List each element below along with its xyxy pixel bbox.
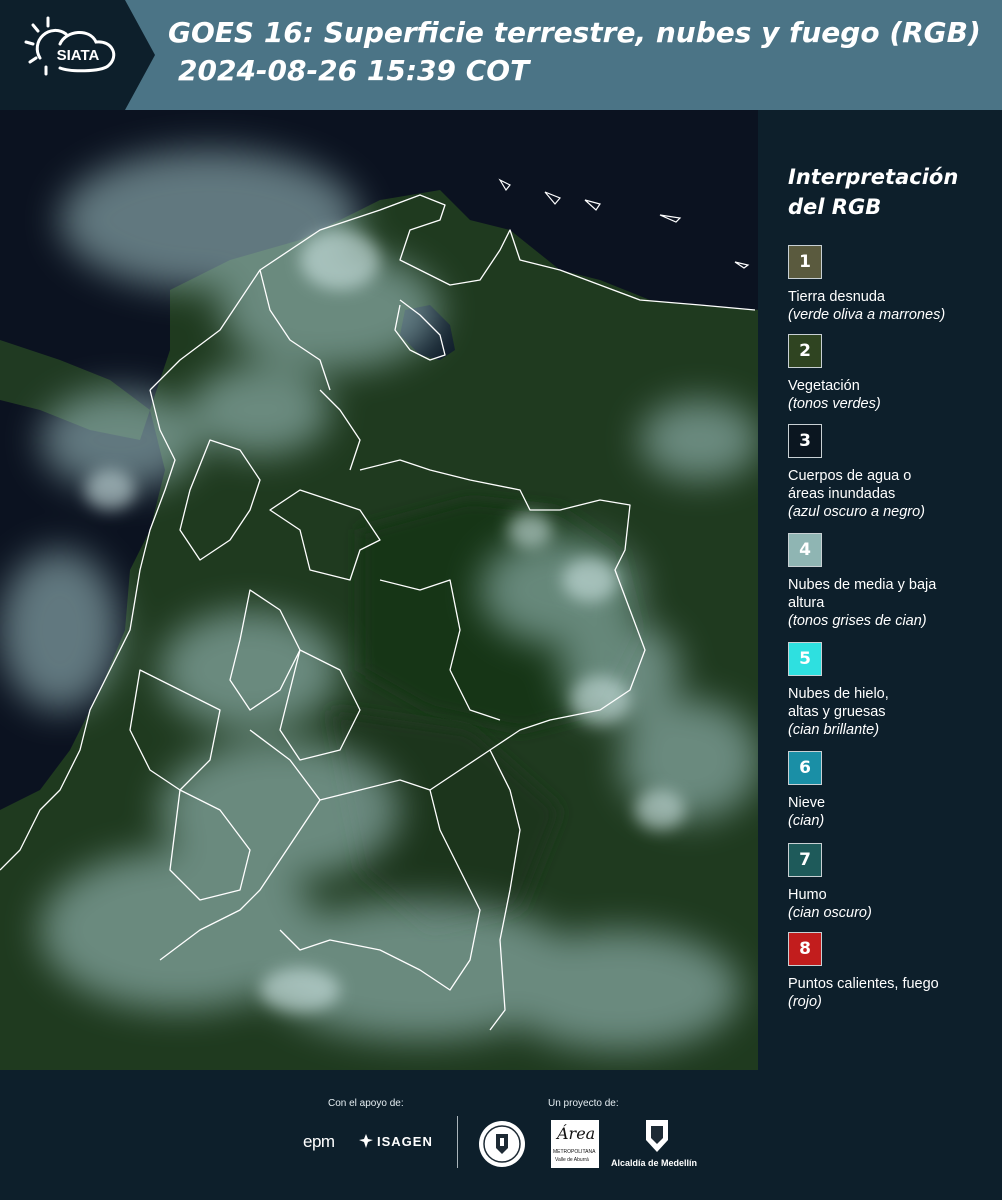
legend-swatch: 1 bbox=[788, 245, 822, 279]
legend-label: Nubes de hielo, altas y gruesas bbox=[788, 686, 889, 720]
area-metropolitana-logo: Área METROPOLITANA Valle de Aburrá bbox=[551, 1120, 599, 1168]
legend-label: Tierra desnuda bbox=[788, 289, 885, 305]
legend-sublabel: (tonos verdes) bbox=[788, 396, 881, 412]
legend-label: Vegetación bbox=[788, 378, 860, 394]
legend-title: Interpretación del RGB bbox=[788, 165, 959, 219]
university-seal-icon bbox=[478, 1120, 526, 1173]
footer: Con el apoyo de: Un proyecto de: epm ISA… bbox=[0, 1070, 1002, 1200]
epm-logo: epm bbox=[303, 1132, 335, 1151]
isagen-star-icon bbox=[359, 1134, 373, 1148]
legend-label: Nieve bbox=[788, 795, 826, 811]
legend-sublabel: (rojo) bbox=[788, 994, 822, 1010]
legend-label: Humo bbox=[788, 887, 827, 903]
timestamp: 2024-08-26 15:39 COT bbox=[178, 54, 530, 87]
legend-label: Cuerpos de agua o áreas inundadas bbox=[788, 468, 912, 502]
legend-item-water: 3 Cuerpos de agua o áreas inundadas (azu… bbox=[788, 424, 993, 521]
legend-item-mid-low-clouds: 4 Nubes de media y baja altura (tonos gr… bbox=[788, 533, 993, 630]
page-title: GOES 16: Superficie terrestre, nubes y f… bbox=[168, 16, 981, 49]
area-logo-sub1: METROPOLITANA bbox=[553, 1149, 596, 1155]
legend-swatch: 6 bbox=[788, 751, 822, 785]
alcaldia-crest-icon bbox=[644, 1118, 670, 1159]
legend-panel: Interpretación del RGB 1 Tierra desnuda … bbox=[760, 110, 1002, 1070]
area-logo-text: Área bbox=[557, 1124, 596, 1143]
legend-sublabel: (verde oliva a marrones) bbox=[788, 307, 946, 323]
legend-item-ice-clouds: 5 Nubes de hielo, altas y gruesas (cian … bbox=[788, 642, 993, 739]
legend-swatch: 7 bbox=[788, 843, 822, 877]
title-block: GOES 16: Superficie terrestre, nubes y f… bbox=[168, 14, 981, 90]
legend-sublabel: (cian oscuro) bbox=[788, 905, 872, 921]
footer-divider bbox=[457, 1116, 458, 1168]
legend-swatch: 5 bbox=[788, 642, 822, 676]
satellite-map[interactable] bbox=[0, 110, 760, 1070]
siata-brand-text: SIATA bbox=[57, 47, 100, 64]
legend-sublabel: (tonos grises de cian) bbox=[788, 613, 927, 629]
legend-item-smoke: 7 Humo (cian oscuro) bbox=[788, 843, 993, 922]
legend-item-snow: 6 Nieve (cian) bbox=[788, 751, 993, 830]
legend-sublabel: (cian brillante) bbox=[788, 722, 880, 738]
legend-swatch: 3 bbox=[788, 424, 822, 458]
isagen-text: ISAGEN bbox=[377, 1134, 433, 1149]
legend-item-vegetation: 2 Vegetación (tonos verdes) bbox=[788, 334, 993, 413]
legend-swatch: 8 bbox=[788, 932, 822, 966]
support-caption: Con el apoyo de: bbox=[328, 1098, 404, 1109]
legend-swatch: 4 bbox=[788, 533, 822, 567]
satellite-image bbox=[0, 110, 758, 1070]
header-bar: SIATA GOES 16: Superficie terrestre, nub… bbox=[0, 0, 1002, 110]
legend-sublabel: (azul oscuro a negro) bbox=[788, 504, 926, 520]
siata-logo: SIATA bbox=[0, 0, 155, 110]
area-logo-sub2: Valle de Aburrá bbox=[555, 1157, 589, 1163]
alcaldia-text: Alcaldía de Medellín bbox=[611, 1158, 698, 1168]
legend-item-fire: 8 Puntos calientes, fuego (rojo) bbox=[788, 932, 993, 1011]
legend-label: Nubes de media y baja altura bbox=[788, 577, 937, 611]
project-caption: Un proyecto de: bbox=[548, 1098, 619, 1109]
legend-item-bare-soil: 1 Tierra desnuda (verde oliva a marrones… bbox=[788, 245, 993, 324]
legend-sublabel: (cian) bbox=[788, 813, 825, 829]
legend-swatch: 2 bbox=[788, 334, 822, 368]
legend-label: Puntos calientes, fuego bbox=[788, 976, 939, 992]
